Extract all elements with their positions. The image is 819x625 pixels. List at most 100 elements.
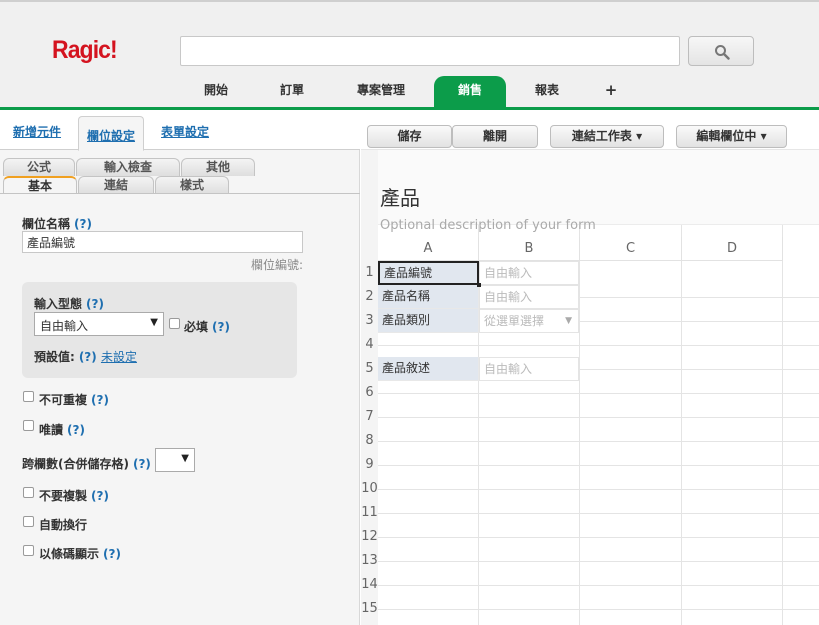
row-header[interactable]: 5 bbox=[361, 357, 378, 381]
column-header-c[interactable]: C bbox=[580, 237, 682, 261]
subtab-other[interactable]: 其他 bbox=[181, 158, 255, 176]
help-icon[interactable]: (?) bbox=[67, 423, 85, 437]
nav-tab-projects[interactable]: 專案管理 bbox=[345, 76, 417, 108]
default-value-link[interactable]: 未設定 bbox=[101, 350, 137, 364]
gridline bbox=[378, 585, 819, 586]
input-type-select[interactable]: 自由輸入 ▼ bbox=[34, 312, 164, 336]
column-header-d[interactable]: D bbox=[682, 237, 783, 261]
field-number-label: 欄位編號: bbox=[250, 258, 303, 272]
gridline bbox=[378, 465, 819, 466]
gridline bbox=[378, 561, 819, 562]
subtab-formula[interactable]: 公式 bbox=[3, 158, 75, 176]
field-input-cell[interactable]: 自由輸入 bbox=[479, 285, 579, 309]
field-label-cell[interactable]: 產品敘述 bbox=[378, 357, 479, 381]
required-label: 必填 (?) bbox=[184, 320, 230, 334]
tab-field-settings[interactable]: 欄位設定 bbox=[78, 116, 145, 151]
field-settings-panel: 新增元件 欄位設定 表單設定 公式 輸入檢查 其他 基本 連結 樣式 欄位名稱(… bbox=[0, 110, 360, 625]
row-header[interactable]: 6 bbox=[361, 381, 378, 405]
subtab-validation[interactable]: 輸入檢查 bbox=[76, 158, 180, 176]
field-name-label: 欄位名稱 (?) bbox=[22, 217, 92, 231]
nav-tab-start[interactable]: 開始 bbox=[185, 76, 247, 108]
no-copy-checkbox[interactable] bbox=[23, 487, 34, 498]
field-label-cell[interactable]: 產品名稱 bbox=[378, 285, 479, 309]
wrap-checkbox[interactable] bbox=[23, 516, 34, 527]
design-toolbar: 儲存 離開 連結工作表 ▾ 編輯欄位中 ▾ bbox=[361, 110, 819, 150]
field-label-cell[interactable]: 產品類別 bbox=[378, 309, 479, 333]
app-logo[interactable]: Ragic! bbox=[52, 36, 118, 65]
row-header[interactable]: 4 bbox=[361, 333, 378, 357]
form-description[interactable]: Optional description of your form bbox=[380, 218, 596, 233]
tab-add-component[interactable]: 新增元件 bbox=[13, 123, 61, 140]
gridline bbox=[378, 609, 819, 610]
field-input-cell[interactable]: 自由輸入 bbox=[479, 261, 579, 285]
cell-fill-handle[interactable] bbox=[477, 283, 481, 287]
subtab-divider bbox=[0, 193, 360, 194]
form-header bbox=[378, 150, 819, 225]
help-icon[interactable]: (?) bbox=[133, 457, 151, 471]
field-input-cell[interactable]: 自由輸入 bbox=[479, 357, 579, 381]
span-columns-select[interactable]: ▼ bbox=[155, 448, 195, 472]
field-label-cell[interactable]: 產品編號 bbox=[378, 261, 479, 285]
row-header[interactable]: 12 bbox=[361, 525, 378, 549]
row-header[interactable]: 7 bbox=[361, 405, 378, 429]
panel-tabs: 新增元件 欄位設定 表單設定 bbox=[0, 110, 360, 151]
help-icon[interactable]: (?) bbox=[74, 217, 92, 231]
dropdown-arrow-icon: ▼ bbox=[181, 453, 189, 464]
editing-mode-button[interactable]: 編輯欄位中 ▾ bbox=[676, 125, 787, 148]
gridline bbox=[378, 345, 819, 346]
help-icon[interactable]: (?) bbox=[86, 297, 104, 311]
row-header[interactable]: 8 bbox=[361, 429, 378, 453]
search-icon bbox=[715, 45, 730, 60]
dropdown-arrow-icon: ▼ bbox=[565, 316, 572, 326]
row-header[interactable]: 10 bbox=[361, 477, 378, 501]
top-border bbox=[0, 0, 819, 2]
row-header[interactable]: 3 bbox=[361, 309, 378, 333]
row-header[interactable]: 14 bbox=[361, 573, 378, 597]
gridline bbox=[378, 417, 819, 418]
readonly-checkbox[interactable] bbox=[23, 420, 34, 431]
input-type-label: 輸入型態 (?) bbox=[34, 297, 104, 311]
default-value-label: 預設值: (?) 未設定 bbox=[34, 350, 137, 364]
help-icon[interactable]: (?) bbox=[91, 489, 109, 503]
unique-label: 不可重複 (?) bbox=[39, 393, 109, 407]
barcode-label: 以條碼顯示 (?) bbox=[39, 547, 121, 561]
column-header-b[interactable]: B bbox=[479, 237, 580, 261]
row-header[interactable]: 2 bbox=[361, 285, 378, 309]
column-header-a[interactable]: A bbox=[378, 237, 479, 261]
row-header[interactable]: 15 bbox=[361, 597, 378, 621]
top-header: Ragic! 開始 訂單 專案管理 銷售 報表 + bbox=[0, 0, 819, 110]
readonly-label: 唯讀 (?) bbox=[39, 423, 85, 437]
gridline bbox=[378, 489, 819, 490]
field-name-input[interactable] bbox=[22, 231, 303, 253]
search-button[interactable] bbox=[688, 36, 754, 66]
subtab-basic[interactable]: 基本 bbox=[3, 176, 77, 194]
save-button[interactable]: 儲存 bbox=[367, 125, 452, 148]
nav-tab-reports[interactable]: 報表 bbox=[516, 76, 578, 108]
leave-button[interactable]: 離開 bbox=[452, 125, 538, 148]
subtab-link[interactable]: 連結 bbox=[78, 176, 154, 194]
help-icon[interactable]: (?) bbox=[79, 350, 97, 364]
span-columns-label: 跨欄數(合併儲存格) (?) bbox=[22, 457, 151, 471]
nav-tab-orders[interactable]: 訂單 bbox=[261, 76, 323, 108]
link-sheet-button[interactable]: 連結工作表 ▾ bbox=[550, 125, 664, 148]
form-title[interactable]: 產品 bbox=[380, 182, 420, 211]
gridline bbox=[378, 393, 819, 394]
row-header[interactable]: 1 bbox=[361, 261, 378, 285]
tab-form-settings[interactable]: 表單設定 bbox=[161, 123, 209, 140]
add-tab-button[interactable]: + bbox=[596, 76, 626, 108]
row-header[interactable]: 9 bbox=[361, 453, 378, 477]
help-icon[interactable]: (?) bbox=[91, 393, 109, 407]
row-header[interactable]: 11 bbox=[361, 501, 378, 525]
help-icon[interactable]: (?) bbox=[103, 547, 121, 561]
field-select-cell[interactable]: 從選單選擇 ▼ bbox=[479, 309, 579, 333]
row-header[interactable]: 13 bbox=[361, 549, 378, 573]
help-icon[interactable]: (?) bbox=[212, 320, 230, 334]
subtab-style[interactable]: 樣式 bbox=[155, 176, 229, 194]
nav-tab-sales[interactable]: 銷售 bbox=[434, 76, 506, 108]
input-type-box: 輸入型態 (?) 自由輸入 ▼ 必填 (?) 預設值: (?) 未設定 bbox=[22, 282, 297, 378]
search-input[interactable] bbox=[180, 36, 680, 66]
unique-checkbox[interactable] bbox=[23, 391, 34, 402]
wrap-label: 自動換行 bbox=[39, 518, 88, 532]
required-checkbox[interactable] bbox=[169, 318, 180, 329]
barcode-checkbox[interactable] bbox=[23, 545, 34, 556]
